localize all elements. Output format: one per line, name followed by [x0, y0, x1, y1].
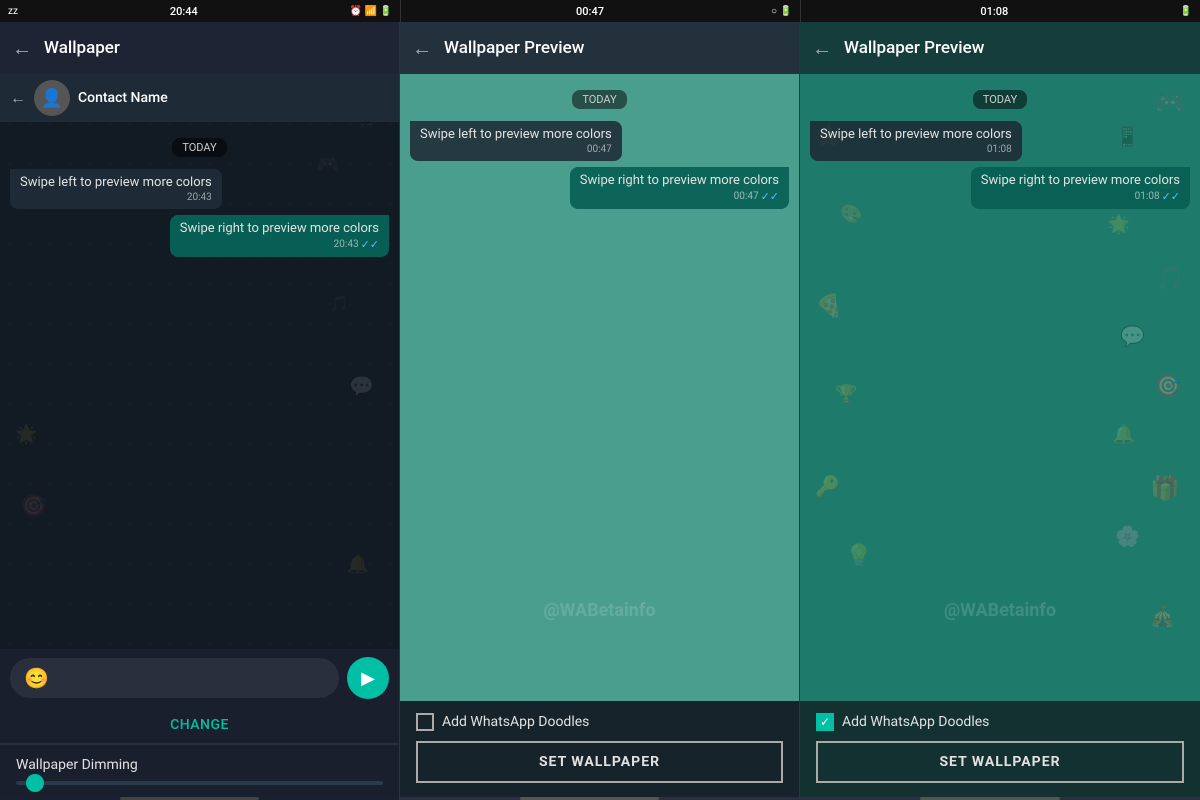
back-button-1[interactable]: ← — [12, 36, 32, 61]
msg-outgoing-2: Swipe right to preview more colors 00:47… — [570, 167, 789, 209]
preview-bottom-2: Add WhatsApp Doodles SET WALLPAPER — [400, 701, 799, 797]
checkbox-nodoodle[interactable] — [416, 713, 434, 731]
doodles-checkbox-3[interactable]: ✓ Add WhatsApp Doodles — [816, 713, 1184, 731]
emoji-icon[interactable]: 😊 — [24, 666, 49, 690]
di-9: 🎁 — [1150, 474, 1180, 502]
chat-input-box[interactable]: 😊 — [10, 658, 339, 698]
set-wallpaper-btn-3[interactable]: SET WALLPAPER — [816, 741, 1184, 783]
preview-bottom-3: ✓ Add WhatsApp Doodles SET WALLPAPER — [800, 701, 1200, 797]
di-5: 🎵 — [1155, 264, 1185, 292]
di-15: 🔑 — [815, 474, 840, 498]
chat-header: ← 👤 Contact Name — [0, 74, 399, 122]
panel-wallpaper: ← Wallpaper 📱 🎮 😀 🎵 💬 🌟 🎯 🔔 ← — [0, 22, 400, 800]
panel-preview-doodle: ← Wallpaper Preview 🎮 📱 😀 🌟 🎵 💬 🎯 🔔 🎁 🌸 … — [800, 22, 1200, 800]
doodle-5: 💬 — [349, 374, 374, 398]
date-badge-3: TODAY — [973, 90, 1027, 109]
status-icons-1: ⏰ 📶 🔋 — [350, 6, 392, 17]
appbar-preview-2: ← Wallpaper Preview — [400, 22, 799, 74]
checkmark-icon: ✓ — [820, 715, 830, 729]
status-left-1: zz — [8, 6, 18, 17]
appbar-preview-3: ← Wallpaper Preview — [800, 22, 1200, 74]
doodle-7: 🎯 — [20, 494, 47, 519]
check-marks-1: ✓✓ — [361, 238, 379, 251]
di-8: 🔔 — [1113, 424, 1135, 445]
checkbox-doodle[interactable]: ✓ — [816, 713, 834, 731]
back-button-3[interactable]: ← — [812, 36, 832, 61]
dimming-slider[interactable] — [16, 781, 383, 785]
contact-name: Contact Name — [78, 90, 168, 106]
set-wallpaper-btn-2[interactable]: SET WALLPAPER — [416, 741, 783, 783]
status-time-3: 01:08 — [980, 5, 1008, 18]
send-button[interactable]: ▶ — [347, 657, 389, 699]
panel-preview-nodoodle: ← Wallpaper Preview TODAY Swipe left to … — [400, 22, 800, 800]
status-bar-3: 01:08 🔋 — [800, 0, 1200, 22]
date-badge-1: TODAY — [172, 138, 226, 157]
status-time-2: 00:47 — [576, 5, 604, 18]
panel3-title: Wallpaper Preview — [844, 38, 984, 58]
status-bar-1: zz 20:44 ⏰ 📶 🔋 — [0, 0, 400, 22]
panels: ← Wallpaper 📱 🎮 😀 🎵 💬 🌟 🎯 🔔 ← — [0, 22, 1200, 800]
status-bar-2: 00:47 ○ 🔋 — [400, 0, 800, 22]
date-badge-2: TODAY — [572, 90, 626, 109]
contact-avatar: 👤 — [34, 80, 70, 116]
status-icons-2: ○ 🔋 — [771, 6, 792, 17]
panel2-title: Wallpaper Preview — [444, 38, 584, 58]
di-16: 💡 — [845, 544, 872, 569]
doodle-8: 🔔 — [347, 554, 369, 575]
dimming-label: Wallpaper Dimming — [16, 757, 383, 773]
status-bars: zz 20:44 ⏰ 📶 🔋 00:47 ○ 🔋 01:08 🔋 — [0, 0, 1200, 22]
chat-input-area: 😊 ▶ — [0, 649, 399, 707]
preview-messages-3: TODAY Swipe left to preview more colors … — [800, 74, 1200, 219]
msg-outgoing-3: Swipe right to preview more colors 01:08… — [971, 167, 1190, 209]
wallpaper-dimming-section: Wallpaper Dimming — [0, 744, 399, 797]
panel1-title: Wallpaper — [44, 38, 120, 58]
doodles-label-2: Add WhatsApp Doodles — [442, 714, 589, 730]
msg-incoming-2: Swipe left to preview more colors 00:47 — [410, 121, 622, 161]
check-marks-2: ✓✓ — [761, 190, 779, 203]
send-icon: ▶ — [361, 668, 375, 689]
msg-outgoing-1: Swipe right to preview more colors 20:43… — [170, 215, 389, 257]
preview-chat-2: TODAY Swipe left to preview more colors … — [400, 74, 799, 701]
doodles-label-3: Add WhatsApp Doodles — [842, 714, 989, 730]
status-time-1: 20:44 — [170, 5, 198, 18]
msg-incoming-1: Swipe left to preview more colors 20:43 — [10, 169, 222, 209]
di-6: 💬 — [1120, 324, 1145, 348]
status-icons-3: 🔋 — [1180, 6, 1192, 17]
doodles-checkbox-2[interactable]: Add WhatsApp Doodles — [416, 713, 783, 731]
di-10: 🌸 — [1115, 524, 1140, 548]
back-button-2[interactable]: ← — [412, 36, 432, 61]
di-14: 🏆 — [835, 384, 857, 405]
doodle-6: 🌟 — [15, 424, 37, 445]
dimming-thumb[interactable] — [26, 774, 44, 792]
chat-messages: TODAY Swipe left to preview more colors … — [0, 122, 399, 267]
preview-messages-2: TODAY Swipe left to preview more colors … — [400, 74, 799, 219]
check-marks-3: ✓✓ — [1162, 190, 1180, 203]
di-7: 🎯 — [1155, 374, 1182, 399]
doodle-4: 🎵 — [329, 294, 349, 313]
chat-back-arrow[interactable]: ← — [10, 88, 26, 108]
preview-chat-3: 🎮 📱 😀 🌟 🎵 💬 🎯 🔔 🎁 🌸 ⭐ 🎨 🍕 🏆 🔑 💡 🎪 — [800, 74, 1200, 701]
di-13: 🍕 — [815, 294, 842, 319]
di-17: 🎪 — [1150, 604, 1175, 628]
appbar-wallpaper: ← Wallpaper — [0, 22, 399, 74]
chat-preview-area: 📱 🎮 😀 🎵 💬 🌟 🎯 🔔 ← 👤 Contact Name TODAY — [0, 74, 399, 649]
msg-incoming-3: Swipe left to preview more colors 01:08 — [810, 121, 1022, 161]
change-button[interactable]: CHANGE — [0, 707, 399, 743]
